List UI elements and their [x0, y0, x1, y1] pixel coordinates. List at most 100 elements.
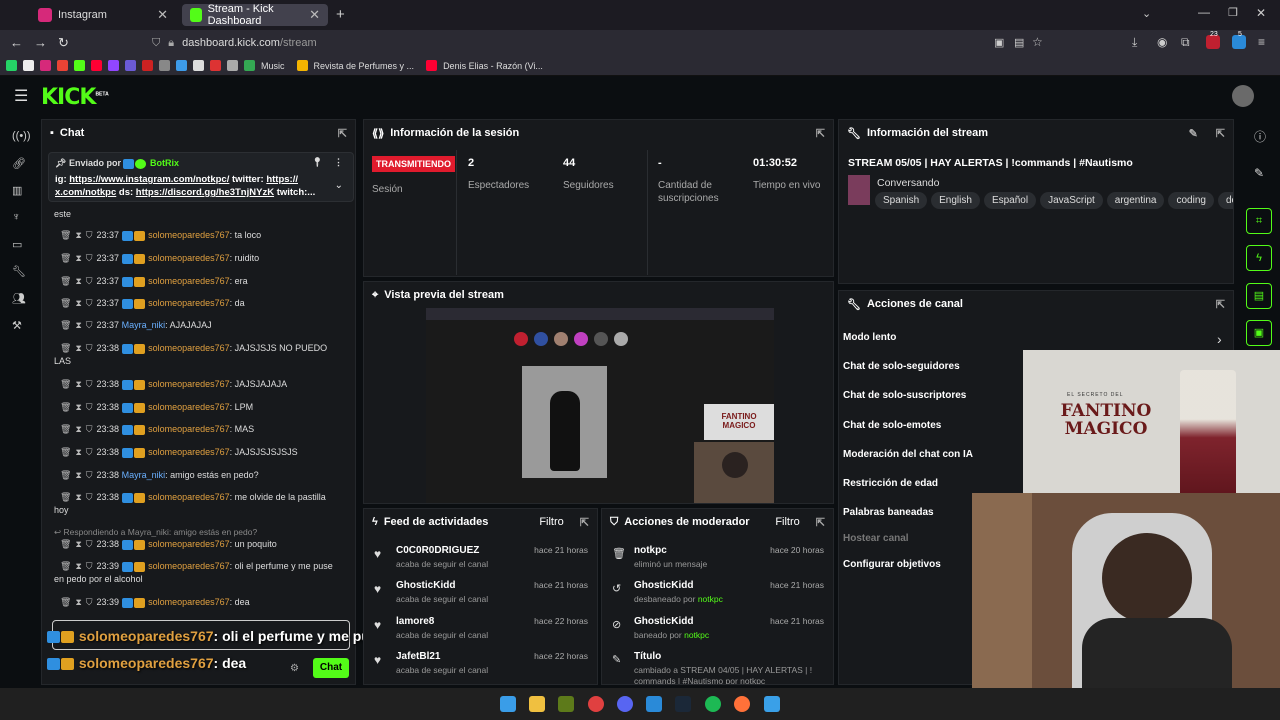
forward-icon[interactable]: → — [34, 35, 47, 50]
ban-icon[interactable]: ⛉ — [86, 379, 93, 389]
timeout-icon[interactable]: ⧗ — [75, 597, 81, 607]
tag-chip[interactable]: English — [931, 192, 980, 209]
steam-icon[interactable] — [675, 696, 691, 712]
x-icon[interactable] — [23, 60, 34, 71]
chat-username[interactable]: solomeoparedes767 — [148, 539, 230, 549]
moderator-name[interactable]: notkpc — [698, 594, 723, 604]
timeout-icon[interactable]: ⧗ — [75, 253, 81, 263]
timeout-icon[interactable]: ⧗ — [75, 492, 81, 502]
drive-icon[interactable] — [244, 60, 255, 71]
popout-icon[interactable]: ⇱ — [816, 127, 825, 140]
avatar[interactable] — [1232, 85, 1254, 107]
wrench-icon[interactable]: 🔧︎ — [12, 265, 26, 278]
downloads-icon[interactable]: ⤓ — [1132, 35, 1137, 50]
ban-icon[interactable]: ⛉ — [86, 253, 93, 263]
popout-icon[interactable]: ⇱ — [580, 516, 589, 529]
chat-username[interactable]: solomeoparedes767 — [148, 424, 230, 434]
edit-icon[interactable]: ✎ — [1189, 127, 1198, 140]
chat-username[interactable]: Mayra_niki — [122, 470, 166, 480]
unpin-icon[interactable]: 📍︎ — [312, 156, 323, 169]
bookmark-music[interactable]: Music — [261, 61, 285, 71]
timeout-icon[interactable]: ⧗ — [75, 470, 81, 480]
vscode-icon[interactable] — [646, 696, 662, 712]
discord-link[interactable]: https://discord.gg/he3TnjNYzK — [136, 187, 274, 198]
mod-target[interactable]: Título — [634, 651, 824, 662]
popout-icon[interactable]: ⇱ — [338, 127, 347, 140]
minimize-button[interactable]: — — [1198, 5, 1210, 19]
delete-icon[interactable]: 🗑︎ — [60, 298, 71, 308]
delete-icon[interactable]: 🗑︎ — [60, 539, 71, 549]
send-chat-button[interactable]: Chat — [313, 658, 349, 678]
more-options-icon[interactable]: ⋮ — [334, 156, 343, 169]
chevron-right-icon[interactable]: › — [1217, 331, 1222, 347]
delete-icon[interactable]: 🗑︎ — [60, 492, 71, 502]
app-icon[interactable] — [558, 696, 574, 712]
delete-icon[interactable]: 🗑︎ — [60, 343, 71, 353]
channel-action-item[interactable]: Configurar objetivos — [843, 559, 941, 570]
ban-icon[interactable]: ⛉ — [86, 276, 93, 286]
timeout-icon[interactable]: ⧗ — [75, 402, 81, 412]
stream-icon[interactable]: ((•)) — [12, 130, 31, 142]
chat-username[interactable]: solomeoparedes767 — [148, 597, 230, 607]
delete-icon[interactable]: 🗑︎ — [60, 230, 71, 240]
new-tab-button[interactable]: + — [336, 6, 345, 23]
info-icon[interactable]: ⓘ — [1254, 128, 1266, 145]
reload-icon[interactable]: ↻ — [58, 35, 69, 51]
instagram-link[interactable]: https://www.instagram.com/notkpc/ — [69, 174, 229, 185]
twitter-link[interactable]: https:// — [266, 174, 298, 185]
bookmark-icon[interactable] — [227, 60, 238, 71]
maximize-button[interactable]: ❐ — [1228, 6, 1238, 19]
instagram-icon[interactable] — [40, 60, 51, 71]
delete-icon[interactable]: 🗑︎ — [60, 424, 71, 434]
delete-icon[interactable]: 🗑︎ — [60, 402, 71, 412]
chevron-down-icon[interactable]: ⌄ — [335, 179, 343, 192]
channel-action-item[interactable]: Chat de solo-emotes — [843, 420, 941, 431]
edit-icon[interactable]: ✎ — [1254, 166, 1264, 180]
tag-chip[interactable]: coding — [1168, 192, 1214, 209]
spotify-icon[interactable] — [705, 696, 721, 712]
back-icon[interactable]: ← — [10, 35, 23, 50]
youtube-icon[interactable] — [91, 60, 102, 71]
chat-icon[interactable]: ▣ — [1246, 320, 1272, 346]
reader-view-icon[interactable]: ▤ — [1014, 36, 1024, 49]
popout-icon[interactable]: ⇱ — [1216, 127, 1225, 140]
bookmark-icon[interactable] — [142, 60, 153, 71]
popout-icon[interactable]: ⇱ — [1216, 298, 1225, 311]
channel-action-item[interactable]: Restricción de edad — [843, 478, 938, 489]
kick-icon[interactable] — [74, 60, 85, 71]
tag-chip[interactable]: argentina — [1106, 192, 1165, 209]
channel-action-item[interactable]: Moderación del chat con IA — [843, 449, 973, 460]
hamburger-menu-icon[interactable]: ☰ — [14, 86, 28, 106]
bookmark-icon[interactable] — [210, 60, 221, 71]
twitch-icon[interactable] — [108, 60, 119, 71]
chat-username[interactable]: solomeoparedes767 — [148, 447, 230, 457]
timeout-icon[interactable]: ⧗ — [75, 379, 81, 389]
ban-icon[interactable]: ⛉ — [86, 492, 93, 502]
analytics-icon[interactable]: ▥ — [12, 184, 26, 197]
file-explorer-icon[interactable] — [529, 696, 545, 712]
bookmark-icon[interactable] — [176, 60, 187, 71]
firefox-icon[interactable] — [734, 696, 750, 712]
chat-username[interactable]: solomeoparedes767 — [148, 492, 230, 502]
channel-action-item[interactable]: Hostear canal — [843, 533, 909, 544]
timeout-icon[interactable]: ⧗ — [75, 320, 81, 330]
stream-preview-video[interactable]: FANTINO MAGICO — [426, 308, 774, 503]
ban-icon[interactable]: ⛉ — [86, 424, 93, 434]
delete-icon[interactable]: 🗑︎ — [60, 320, 71, 330]
discord-icon[interactable] — [617, 696, 633, 712]
ban-icon[interactable]: ⛉ — [86, 298, 93, 308]
chat-username[interactable]: solomeoparedes767 — [148, 230, 230, 240]
delete-icon[interactable]: 🗑︎ — [60, 597, 71, 607]
link-icon[interactable]: 🔗︎ — [12, 157, 26, 170]
settings-gear-icon[interactable]: ⚙ — [290, 663, 299, 674]
category-name[interactable]: Conversando — [877, 177, 939, 189]
chat-username[interactable]: solomeoparedes767 — [148, 298, 230, 308]
chat-username[interactable]: solomeoparedes767 — [148, 276, 230, 286]
delete-icon[interactable]: 🗑︎ — [60, 253, 71, 263]
delete-icon[interactable]: 🗑︎ — [60, 379, 71, 389]
channel-action-item[interactable]: Chat de solo-suscriptores — [843, 390, 966, 401]
tag-chip[interactable]: JavaScript — [1040, 192, 1103, 209]
tab-instagram[interactable]: Instagram ✕ — [30, 4, 176, 26]
chrome-icon[interactable] — [588, 696, 604, 712]
ban-icon[interactable]: ⛉ — [86, 320, 93, 330]
